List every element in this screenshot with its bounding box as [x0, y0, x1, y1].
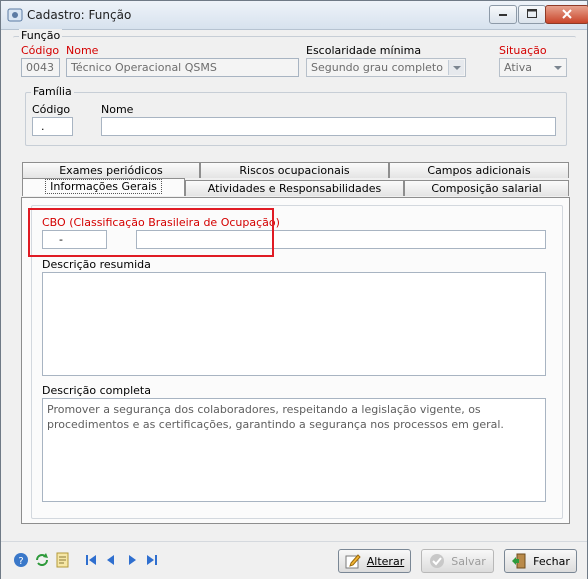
- save-check-icon: [430, 554, 445, 568]
- descricao-completa-textarea[interactable]: Promover a segurança dos colaboradores, …: [42, 398, 546, 502]
- descricao-completa-label: Descrição completa: [42, 384, 151, 397]
- svg-text:?: ?: [18, 556, 23, 567]
- salvar-label: Salvar: [451, 554, 486, 568]
- tab-riscos-ocupacionais[interactable]: Riscos ocupacionais: [200, 162, 389, 178]
- familia-group-label: Família: [31, 85, 74, 98]
- notes-icon[interactable]: [55, 552, 71, 568]
- nome-field[interactable]: Técnico Operacional QSMS: [66, 58, 299, 77]
- escolaridade-label: Escolaridade mínima: [306, 44, 422, 57]
- tab-atividades-responsabilidades[interactable]: Atividades e Responsabilidades: [185, 180, 404, 196]
- next-record-icon[interactable]: [124, 552, 140, 568]
- edit-icon: [345, 554, 361, 569]
- close-icon: [562, 9, 572, 19]
- close-button[interactable]: [545, 5, 588, 24]
- tab-composicao-salarial[interactable]: Composição salarial: [404, 180, 569, 196]
- maximize-button[interactable]: [518, 5, 546, 24]
- descricao-resumida-textarea[interactable]: [42, 272, 546, 376]
- descricao-resumida-label: Descrição resumida: [42, 258, 151, 271]
- situacao-value: Ativa: [504, 61, 532, 74]
- familia-codigo-label: Código: [32, 103, 71, 116]
- situacao-select[interactable]: Ativa: [499, 58, 567, 77]
- chevron-down-icon: [448, 60, 464, 75]
- title-bar: Cadastro: Função: [1, 1, 588, 30]
- alterar-button[interactable]: Alterar: [338, 549, 411, 573]
- refresh-icon[interactable]: [34, 552, 50, 568]
- app-icon: [7, 8, 23, 22]
- maximize-icon: [527, 9, 537, 18]
- cbo-highlight-box: [28, 208, 274, 257]
- tab-exames-periodicos[interactable]: Exames periódicos: [22, 162, 200, 178]
- codigo-field[interactable]: 0043: [21, 58, 60, 77]
- salvar-button[interactable]: Salvar: [421, 549, 494, 573]
- first-record-icon[interactable]: [83, 552, 99, 568]
- funcao-group-label: Função: [19, 29, 63, 42]
- exit-door-icon: [512, 553, 526, 569]
- fechar-button[interactable]: Fechar: [504, 549, 577, 573]
- alterar-label: Alterar: [366, 554, 405, 568]
- nome-label: Nome: [66, 44, 99, 57]
- help-icon[interactable]: ?: [13, 552, 29, 568]
- familia-codigo-field[interactable]: .: [32, 117, 73, 136]
- previous-record-icon[interactable]: [103, 552, 119, 568]
- tab-campos-adicionais[interactable]: Campos adicionais: [389, 162, 569, 178]
- situacao-label: Situação: [499, 44, 547, 57]
- escolaridade-value: Segundo grau completo: [311, 61, 443, 74]
- last-record-icon[interactable]: [144, 552, 160, 568]
- codigo-label: Código: [21, 44, 60, 57]
- chevron-down-icon: [550, 60, 565, 75]
- escolaridade-select[interactable]: Segundo grau completo: [306, 58, 466, 77]
- familia-nome-field[interactable]: [101, 117, 556, 136]
- minimize-button[interactable]: [489, 5, 517, 24]
- tab-informacoes-gerais-label: Informações Gerais: [45, 179, 162, 194]
- main-window: Cadastro: Função Função Código 0043 Nome…: [0, 0, 588, 579]
- window-title: Cadastro: Função: [27, 8, 132, 22]
- minimize-icon: [499, 14, 507, 16]
- tab-informacoes-gerais[interactable]: Informações Gerais: [22, 178, 185, 196]
- fechar-label: Fechar: [533, 554, 570, 568]
- familia-nome-label: Nome: [101, 103, 134, 116]
